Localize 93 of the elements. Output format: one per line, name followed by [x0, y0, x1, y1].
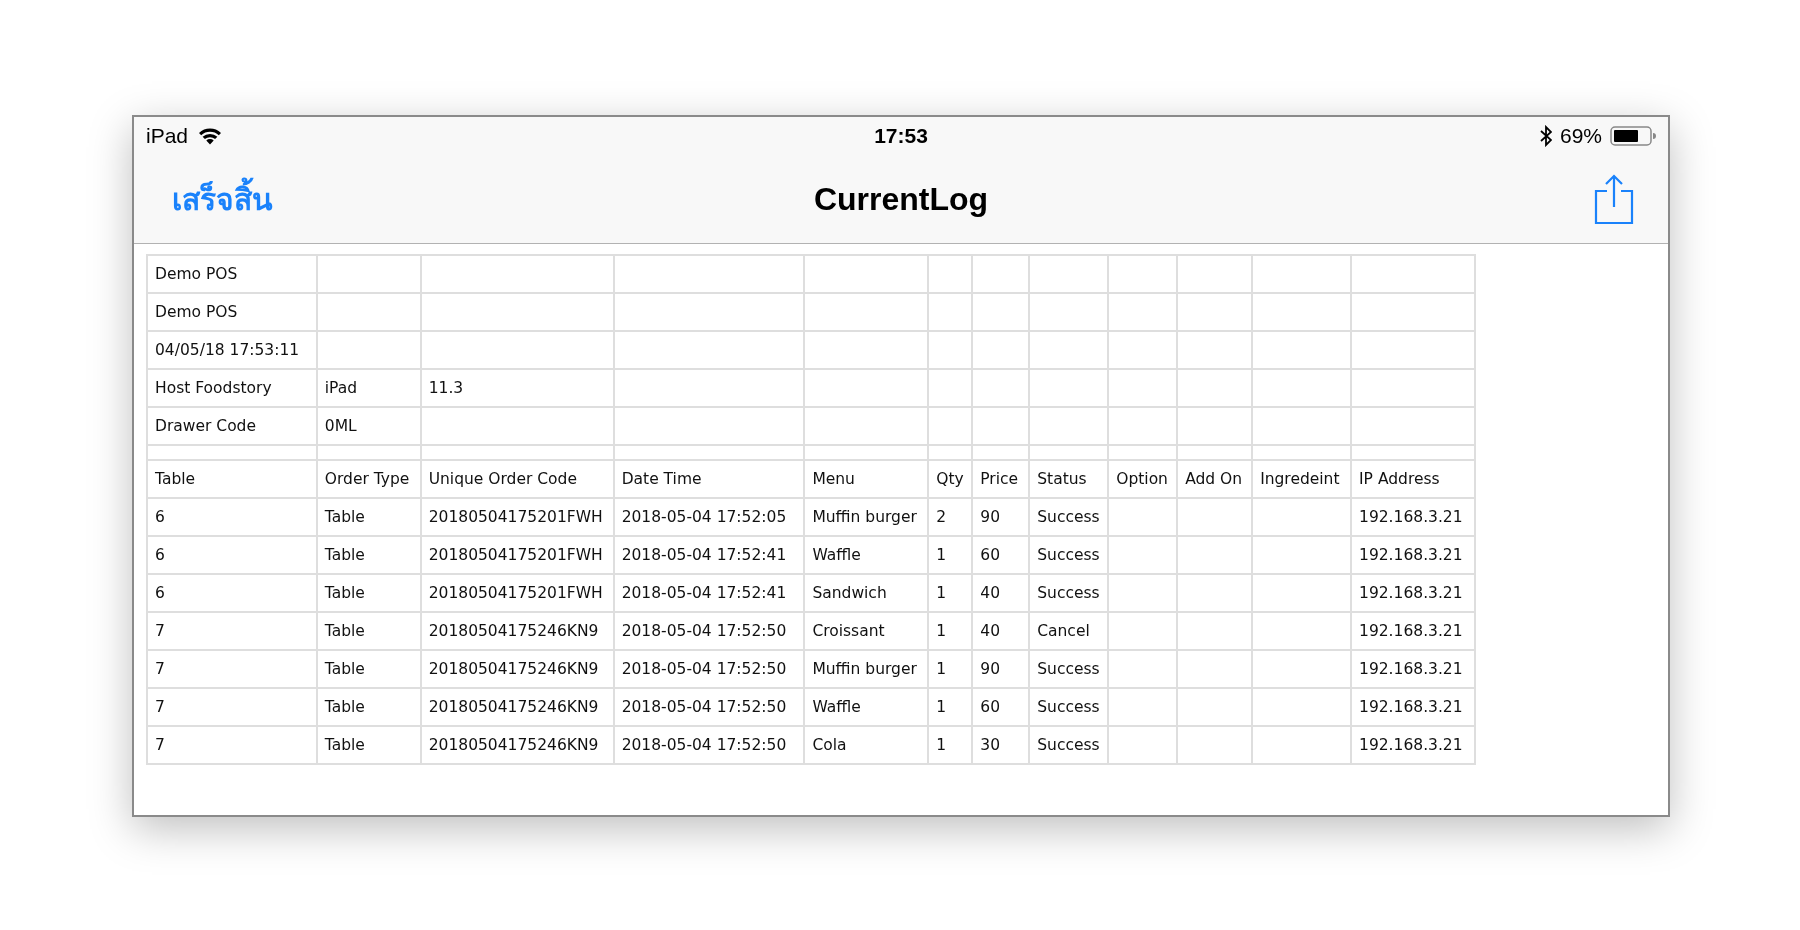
wifi-icon — [198, 127, 223, 145]
table-cell: 60 — [972, 536, 1030, 574]
column-header: Status — [1029, 460, 1109, 498]
table-cell: 20180504175201FWH — [420, 574, 614, 612]
column-header: Date Time — [613, 460, 805, 498]
table-cell: Table — [316, 612, 421, 650]
table-cell: 2018-05-04 17:52:05 — [613, 498, 805, 536]
table-cell: 0ML — [316, 407, 421, 445]
table-cell: 20180504175201FWH — [420, 536, 614, 574]
table-cell: Success — [1029, 650, 1109, 688]
table-cell: 2018-05-04 17:52:41 — [613, 536, 805, 574]
table-cell: 7 — [147, 726, 317, 764]
table-cell: Table — [316, 574, 421, 612]
device-name: iPad — [146, 124, 189, 148]
table-cell: Waffle — [804, 536, 929, 574]
table-cell: Success — [1029, 536, 1109, 574]
table-cell: 1 — [928, 726, 973, 764]
table-cell: Cancel — [1029, 612, 1109, 650]
table-cell: 20180504175246KN9 — [420, 688, 614, 726]
table-cell: Croissant — [804, 612, 929, 650]
column-header: Option — [1108, 460, 1178, 498]
table-cell: 11.3 — [420, 369, 614, 407]
table-cell: Drawer Code — [147, 407, 317, 445]
table-cell: Muffin burger — [804, 650, 929, 688]
table-cell: 192.168.3.21 — [1351, 650, 1475, 688]
table-cell: 7 — [147, 612, 317, 650]
column-header: Menu — [804, 460, 929, 498]
bluetooth-icon — [1539, 125, 1552, 147]
table-cell: 192.168.3.21 — [1351, 726, 1475, 764]
table-cell: 2018-05-04 17:52:41 — [613, 574, 805, 612]
table-cell: 2018-05-04 17:52:50 — [613, 612, 805, 650]
table-cell: 192.168.3.21 — [1351, 688, 1475, 726]
table-cell: Muffin burger — [804, 498, 929, 536]
table-cell: 20180504175246KN9 — [420, 612, 614, 650]
table-cell: Sandwich — [804, 574, 929, 612]
table-cell: 30 — [972, 726, 1030, 764]
table-cell: 192.168.3.21 — [1351, 498, 1475, 536]
table-cell: Cola — [804, 726, 929, 764]
table-cell: 1 — [928, 536, 973, 574]
nav-title: CurrentLog — [813, 180, 989, 218]
table-cell: Table — [316, 498, 421, 536]
table-cell: 2 — [928, 498, 973, 536]
share-button[interactable] — [1594, 173, 1634, 225]
table-cell: 192.168.3.21 — [1351, 536, 1475, 574]
column-header: Ingredeint — [1252, 460, 1352, 498]
table-cell: 2018-05-04 17:52:50 — [613, 650, 805, 688]
table-cell: Table — [316, 536, 421, 574]
table-cell: 20180504175246KN9 — [420, 650, 614, 688]
table-cell: Success — [1029, 688, 1109, 726]
column-header: Price — [972, 460, 1030, 498]
table-cell: 20180504175246KN9 — [420, 726, 614, 764]
table-cell: 60 — [972, 688, 1030, 726]
column-header: Qty — [928, 460, 973, 498]
table-cell: 1 — [928, 574, 973, 612]
table-cell: Demo POS — [147, 255, 317, 293]
share-icon — [1594, 173, 1634, 225]
column-header: IP Address — [1351, 460, 1475, 498]
battery-icon — [1610, 126, 1656, 146]
column-header: Unique Order Code — [420, 460, 614, 498]
table-cell: Success — [1029, 726, 1109, 764]
table-cell: 2018-05-04 17:52:50 — [613, 688, 805, 726]
table-cell: 7 — [147, 650, 317, 688]
table-cell: Table — [316, 650, 421, 688]
column-header: Add On — [1177, 460, 1253, 498]
table-cell: 192.168.3.21 — [1351, 574, 1475, 612]
clock-time: 17:53 — [874, 124, 928, 148]
table-cell: 90 — [972, 650, 1030, 688]
table-cell: 7 — [147, 688, 317, 726]
done-button[interactable]: เสร็จสิ้น — [172, 175, 273, 223]
battery-percent: 69% — [1559, 124, 1602, 148]
table-cell: iPad — [316, 369, 421, 407]
table-cell: Success — [1029, 574, 1109, 612]
table-cell: Demo POS — [147, 293, 317, 331]
table-cell: 90 — [972, 498, 1030, 536]
table-cell: Success — [1029, 498, 1109, 536]
table-cell: 20180504175201FWH — [420, 498, 614, 536]
table-cell: 40 — [972, 612, 1030, 650]
table-cell: Waffle — [804, 688, 929, 726]
table-cell: 1 — [928, 688, 973, 726]
table-cell: Table — [316, 726, 421, 764]
table-cell: 6 — [147, 536, 317, 574]
column-header: Table — [147, 460, 317, 498]
table-cell: 04/05/18 17:53:11 — [147, 331, 317, 369]
table-cell: 6 — [147, 498, 317, 536]
table-cell: 1 — [928, 612, 973, 650]
table-cell: 6 — [147, 574, 317, 612]
table-cell: 192.168.3.21 — [1351, 612, 1475, 650]
table-cell: 2018-05-04 17:52:50 — [613, 726, 805, 764]
table-cell: Host Foodstory — [147, 369, 317, 407]
table-cell: Table — [316, 688, 421, 726]
table-cell: 40 — [972, 574, 1030, 612]
column-header: Order Type — [316, 460, 421, 498]
table-cell: 1 — [928, 650, 973, 688]
